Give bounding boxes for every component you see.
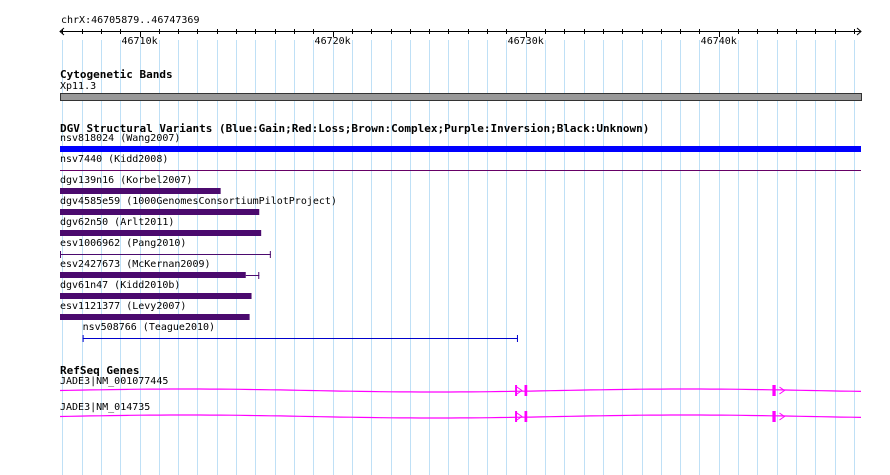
gene-exon[interactable] bbox=[524, 411, 528, 422]
gene-model[interactable] bbox=[0, 410, 890, 426]
genome-browser-view: chrX:46705879..46747369 46710k 46720k 4673… bbox=[0, 0, 890, 475]
ruler-tick-label: 46740k bbox=[701, 36, 737, 47]
dgv-feature-bar[interactable] bbox=[60, 293, 252, 299]
strand-arrow bbox=[516, 386, 523, 395]
cytoband-bar[interactable] bbox=[60, 93, 862, 101]
dgv-feature-bar[interactable] bbox=[60, 230, 262, 236]
strand-arrow bbox=[516, 412, 523, 421]
gene-exon[interactable] bbox=[772, 385, 776, 396]
ruler-tick-label: 46720k bbox=[315, 36, 351, 47]
dgv-feature[interactable] bbox=[0, 332, 890, 344]
dgv-feature-bar[interactable] bbox=[60, 314, 250, 320]
dgv-feature-bar[interactable] bbox=[60, 272, 246, 278]
dgv-feature-bar[interactable] bbox=[60, 209, 260, 215]
ruler: 46710k 46720k 46730k 46740k bbox=[59, 27, 862, 47]
gene-exon[interactable] bbox=[515, 385, 518, 396]
dgv-feature-bar[interactable] bbox=[60, 188, 221, 194]
cytoband-track-title: Cytogenetic Bands bbox=[60, 68, 173, 81]
gene-model[interactable] bbox=[0, 384, 890, 400]
ruler-tick-label: 46710k bbox=[121, 36, 157, 47]
gene-intron bbox=[59, 388, 862, 393]
dgv-feature-bar[interactable] bbox=[60, 146, 861, 152]
gene-exon[interactable] bbox=[524, 385, 528, 396]
cytoband-label: Xp11.3 bbox=[60, 81, 97, 92]
gene-intron bbox=[59, 414, 862, 419]
ruler-tick-label: 46730k bbox=[508, 36, 544, 47]
gene-exon[interactable] bbox=[772, 411, 776, 422]
gene-exon[interactable] bbox=[515, 411, 518, 422]
